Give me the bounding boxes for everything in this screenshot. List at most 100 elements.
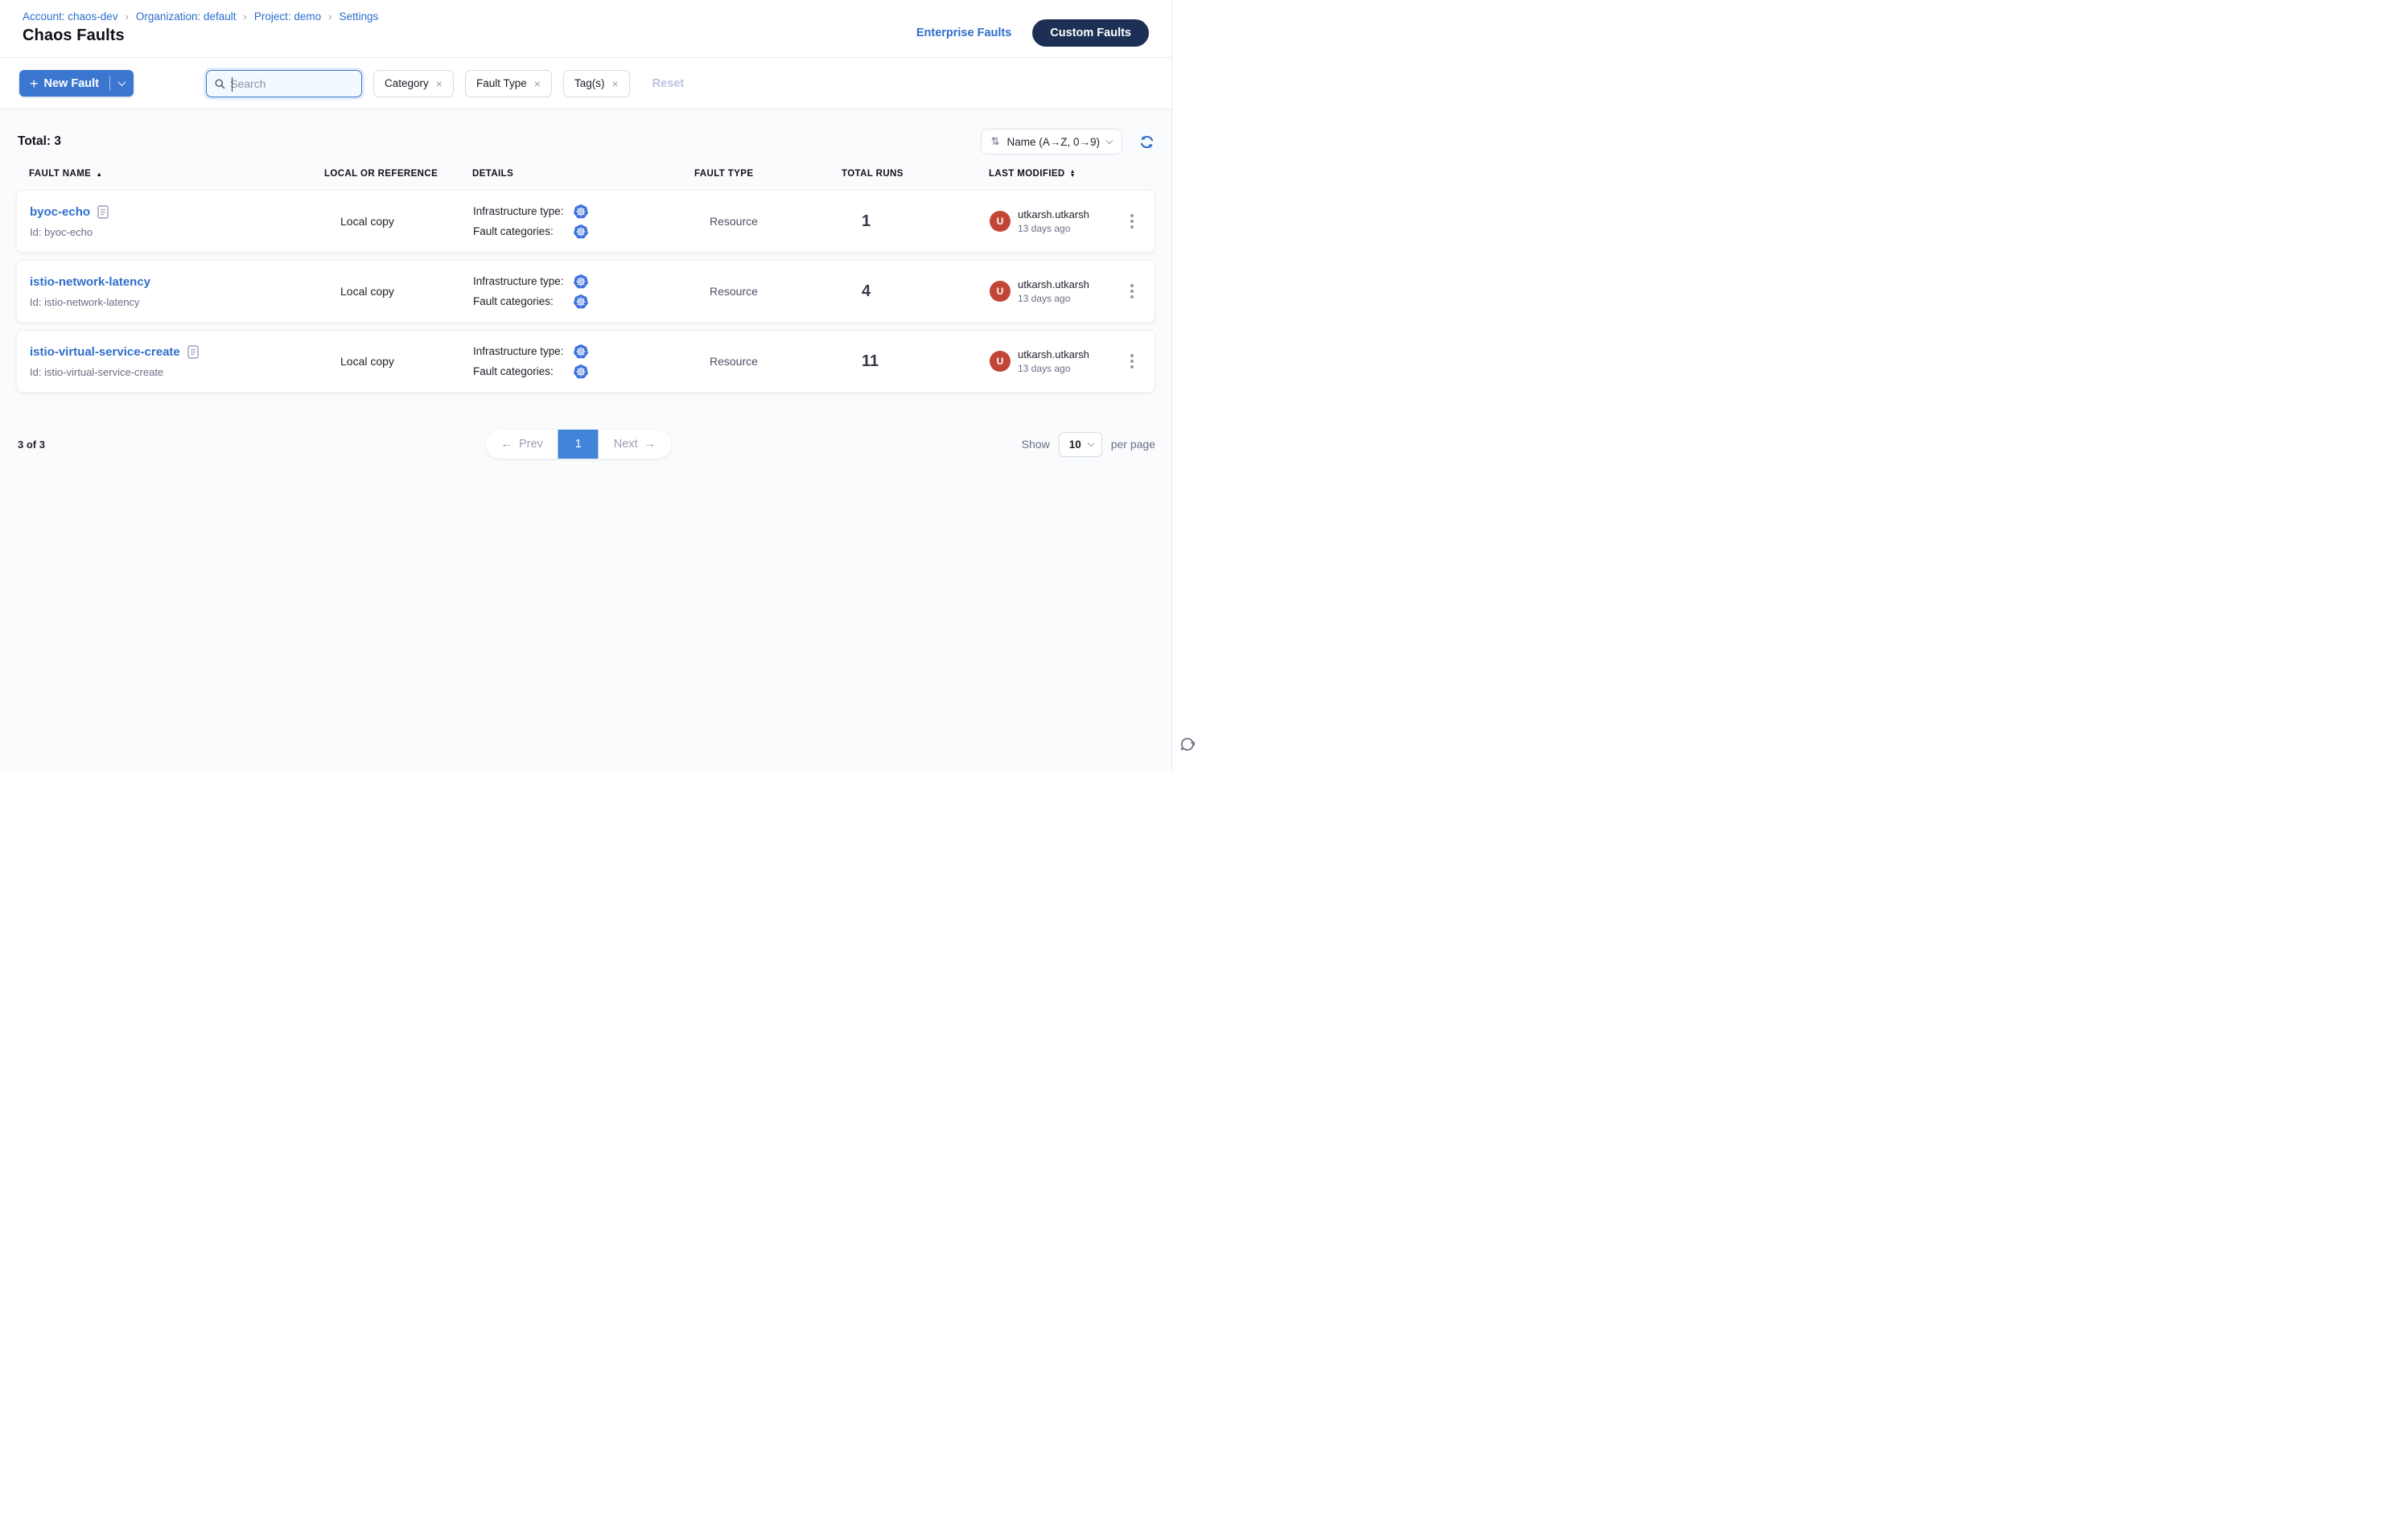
- refresh-button[interactable]: [1138, 134, 1155, 150]
- fault-categories-label: Fault categories:: [473, 225, 573, 237]
- search-input[interactable]: [230, 77, 354, 90]
- fault-name-link[interactable]: istio-network-latency: [30, 275, 150, 289]
- table-row: istio-network-latency Id: istio-network-…: [16, 260, 1155, 323]
- column-header-fault-name[interactable]: FAULT NAME ▲: [29, 169, 324, 179]
- sort-updown-icon: ⇅: [991, 135, 1000, 148]
- fault-name-link[interactable]: byoc-echo: [30, 205, 90, 219]
- close-icon[interactable]: ×: [534, 77, 541, 90]
- local-or-reference-value: Local copy: [325, 285, 473, 298]
- sort-dropdown[interactable]: ⇅ Name (A→Z, 0→9): [981, 129, 1122, 154]
- new-fault-split-button: + New Fault: [19, 70, 134, 97]
- filter-chip-tags[interactable]: Tag(s) ×: [563, 70, 630, 97]
- column-header-last-modified[interactable]: LAST MODIFIED ▲ ▼: [989, 169, 1117, 179]
- breadcrumb-organization[interactable]: Organization: default: [136, 10, 237, 23]
- modified-by: utkarsh.utkarsh: [1018, 208, 1089, 220]
- modified-at: 13 days ago: [1018, 293, 1089, 304]
- pagination: 3 of 3 ← Prev 1 Next → Show 10: [16, 430, 1155, 459]
- sort-dropdown-value: Name (A→Z, 0→9): [1006, 136, 1100, 148]
- total-runs-value: 4: [842, 282, 990, 301]
- total-runs-value: 11: [842, 352, 990, 371]
- tab-enterprise-faults[interactable]: Enterprise Faults: [916, 27, 1011, 39]
- fault-id: Id: istio-network-latency: [30, 296, 325, 308]
- pager: ← Prev 1 Next →: [485, 430, 671, 459]
- avatar: U: [990, 211, 1011, 232]
- tab-custom-faults[interactable]: Custom Faults: [1032, 19, 1149, 47]
- filter-chip-label: Tag(s): [574, 77, 605, 89]
- toolbar: + New Fault Category ×: [0, 58, 1171, 109]
- column-header-details: DETAILS: [472, 169, 694, 179]
- row-menu-button[interactable]: [1126, 349, 1138, 373]
- fault-categories-label: Fault categories:: [473, 365, 573, 377]
- fault-type-value: Resource: [695, 215, 842, 228]
- breadcrumb-separator-icon: ›: [328, 10, 331, 23]
- fault-id: Id: istio-virtual-service-create: [30, 366, 325, 378]
- fault-id: Id: byoc-echo: [30, 226, 325, 238]
- scrollbar-gutter: [1171, 0, 1202, 770]
- new-fault-dropdown-button[interactable]: [110, 70, 134, 97]
- infrastructure-type-label: Infrastructure type:: [473, 205, 573, 217]
- table-row: byoc-echo Id: byoc-echo Local copy: [16, 190, 1155, 253]
- infrastructure-type-label: Infrastructure type:: [473, 345, 573, 357]
- kubernetes-icon: [573, 204, 589, 220]
- page-header: Account: chaos-dev › Organization: defau…: [0, 0, 1171, 58]
- column-header-fault-type: FAULT TYPE: [694, 169, 842, 179]
- chevron-down-icon: [1106, 137, 1113, 143]
- column-header-total-runs: TOTAL RUNS: [842, 169, 989, 179]
- next-page-button[interactable]: Next →: [599, 430, 671, 459]
- avatar: U: [990, 281, 1011, 302]
- avatar: U: [990, 351, 1011, 372]
- new-fault-label: New Fault: [44, 77, 99, 90]
- copy-id-button[interactable]: [97, 205, 109, 219]
- modified-at: 13 days ago: [1018, 363, 1089, 374]
- row-menu-button[interactable]: [1126, 279, 1138, 303]
- page-size-value: 10: [1069, 439, 1081, 451]
- modified-by: utkarsh.utkarsh: [1018, 278, 1089, 290]
- page-number-button[interactable]: 1: [558, 430, 599, 459]
- copy-id-button[interactable]: [187, 345, 199, 359]
- filter-chip-label: Category: [385, 77, 429, 89]
- breadcrumb-separator-icon: ›: [244, 10, 247, 23]
- close-icon[interactable]: ×: [436, 77, 443, 90]
- column-header-local-or-reference: LOCAL OR REFERENCE: [324, 169, 472, 179]
- copy-icon: [97, 205, 109, 219]
- breadcrumb-separator-icon: ›: [126, 10, 129, 23]
- page-size-dropdown[interactable]: 10: [1059, 432, 1102, 457]
- breadcrumb: Account: chaos-dev › Organization: defau…: [23, 10, 378, 23]
- breadcrumb-settings[interactable]: Settings: [340, 10, 379, 23]
- local-or-reference-value: Local copy: [325, 355, 473, 368]
- fault-name-link[interactable]: istio-virtual-service-create: [30, 345, 180, 359]
- arrow-right-icon: →: [644, 438, 657, 451]
- fault-type-value: Resource: [695, 285, 842, 298]
- chevron-down-icon: [1087, 439, 1093, 446]
- page-title: Chaos Faults: [23, 27, 378, 45]
- kubernetes-icon: [573, 364, 589, 380]
- close-icon[interactable]: ×: [611, 77, 618, 90]
- row-menu-button[interactable]: [1126, 209, 1138, 233]
- total-count: Total: 3: [16, 134, 61, 149]
- kubernetes-icon: [573, 224, 589, 240]
- table-header-row: FAULT NAME ▲ LOCAL OR REFERENCE DETAILS …: [16, 169, 1155, 179]
- fault-type-value: Resource: [695, 355, 842, 368]
- arrow-left-icon: ←: [500, 438, 512, 451]
- chevron-down-icon: [118, 78, 126, 86]
- filter-chip-fault-type[interactable]: Fault Type ×: [465, 70, 552, 97]
- show-label: Show: [1022, 438, 1050, 451]
- total-runs-value: 1: [842, 212, 990, 231]
- fault-categories-label: Fault categories:: [473, 295, 573, 307]
- chaos-faults-page: Account: chaos-dev › Organization: defau…: [0, 0, 1202, 770]
- modified-by: utkarsh.utkarsh: [1018, 348, 1089, 360]
- refresh-icon: [1138, 134, 1155, 150]
- filter-chip-category[interactable]: Category ×: [373, 70, 454, 97]
- reset-filters-button[interactable]: Reset: [652, 77, 685, 90]
- prev-page-button[interactable]: ← Prev: [485, 430, 558, 459]
- filter-chip-label: Fault Type: [476, 77, 527, 89]
- copy-icon: [187, 345, 199, 359]
- content-area: Total: 3 ⇅ Name (A→Z, 0→9): [0, 109, 1171, 770]
- support-chat-button[interactable]: [1178, 735, 1197, 759]
- breadcrumb-account[interactable]: Account: chaos-dev: [23, 10, 118, 23]
- sort-ascending-icon: ▲: [96, 171, 102, 178]
- new-fault-button[interactable]: + New Fault: [19, 70, 109, 97]
- breadcrumb-project[interactable]: Project: demo: [254, 10, 321, 23]
- modified-at: 13 days ago: [1018, 223, 1089, 234]
- text-cursor: [232, 77, 233, 92]
